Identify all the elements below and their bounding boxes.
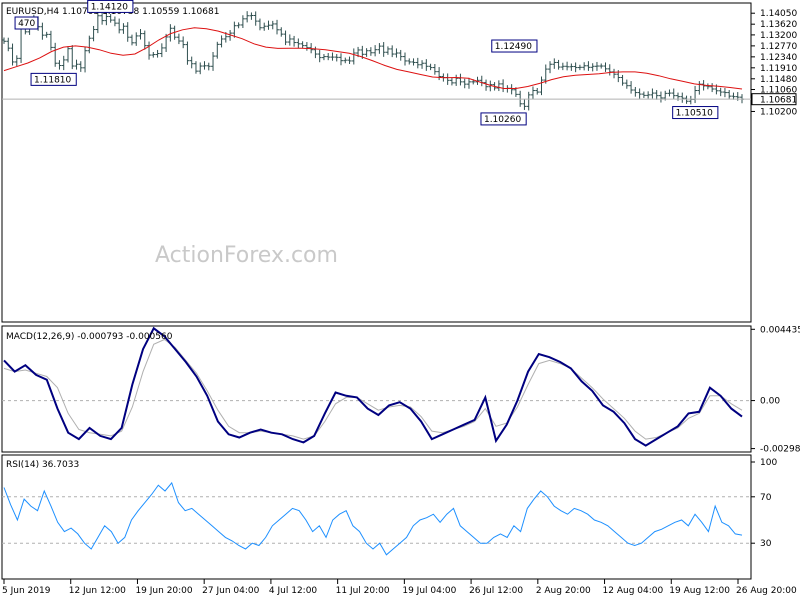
price-annotation: 1.11810 (30, 72, 77, 86)
svg-text:1.12490: 1.12490 (495, 42, 532, 52)
rsi-tick-label: 70 (760, 493, 772, 503)
time-tick-label: 11 Jul 20:00 (336, 586, 390, 596)
time-tick-label: 5 Jun 2019 (2, 586, 51, 596)
macd-tick-label: -0.002988 (760, 445, 800, 455)
svg-text:1.10510: 1.10510 (676, 109, 713, 119)
price-tick-label: 1.10200 (760, 107, 797, 117)
price-annotation: 1.14120 (87, 0, 134, 13)
svg-text:1.10260: 1.10260 (484, 115, 521, 125)
time-tick-label: 12 Jun 12:00 (69, 586, 126, 596)
price-annotation: 1.10260 (480, 112, 527, 126)
price-tick-label: 1.11910 (760, 64, 797, 74)
time-tick-label: 27 Jun 04:00 (202, 586, 259, 596)
time-tick-label: 26 Jul 12:00 (469, 586, 523, 596)
rsi-tick-label: 30 (760, 539, 772, 549)
svg-text:1.11810: 1.11810 (34, 75, 71, 85)
time-tick-label: 2 Aug 20:00 (536, 586, 591, 596)
price-tick-label: 1.13620 (760, 20, 797, 30)
price-tick-label: 1.13200 (760, 31, 797, 41)
current-price-label: 1.10681 (760, 96, 797, 106)
price-annotation: 1.10510 (672, 106, 719, 120)
macd-panel-title: MACD(12,26,9) -0.000793 -0.000560 (6, 332, 173, 342)
price-annotation: 470 (14, 16, 39, 30)
rsi-tick-label: 100 (760, 458, 777, 468)
time-tick-label: 19 Jul 04:00 (402, 586, 456, 596)
chart-background (0, 0, 800, 600)
time-tick-label: 19 Aug 12:00 (669, 586, 730, 596)
price-tick-label: 1.12770 (760, 42, 797, 52)
price-tick-label: 1.11480 (760, 75, 797, 85)
price-tick-label: 1.14050 (760, 9, 797, 19)
svg-text:1.14120: 1.14120 (91, 2, 128, 12)
time-tick-label: 12 Aug 04:00 (603, 586, 664, 596)
macd-tick-label: 0.004435 (760, 325, 800, 335)
macd-tick-label: 0.00 (760, 397, 780, 407)
price-tick-label: 1.12340 (760, 53, 797, 63)
rsi-panel-title: RSI(14) 36.7033 (6, 460, 79, 470)
price-annotation: 1.12490 (491, 39, 538, 53)
trading-chart: ActionForex.com EURUSD,H4 1.10705 1.1073… (0, 0, 800, 600)
watermark: ActionForex.com (155, 243, 338, 268)
svg-text:470: 470 (18, 19, 35, 29)
time-tick-label: 4 Jul 12:00 (269, 586, 318, 596)
time-tick-label: 19 Jun 20:00 (135, 586, 192, 596)
time-tick-label: 26 Aug 20:00 (736, 586, 797, 596)
